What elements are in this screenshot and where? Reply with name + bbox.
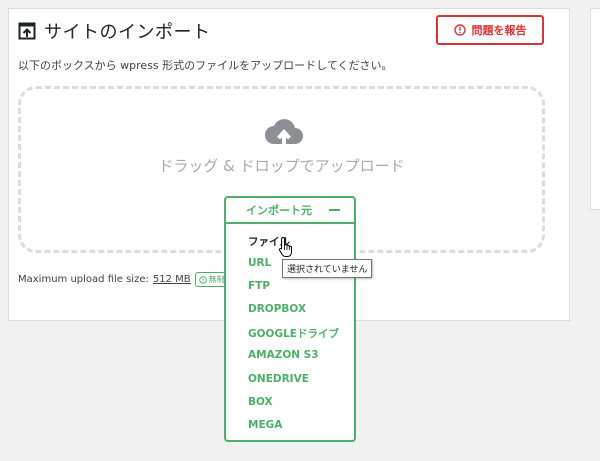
import-source-onedrive[interactable]: ONEDRIVE — [248, 373, 309, 385]
import-source-amazon-s3[interactable]: AMAZON S3 — [248, 349, 319, 361]
import-source-box[interactable]: BOX — [248, 396, 273, 408]
page-title: サイトのインポート — [44, 22, 211, 43]
page-header: サイトのインポート — [18, 18, 211, 44]
import-source-dropdown: インポート元 ファイル URL FTP DROPBOX GOOGLEドライブ A… — [224, 196, 356, 442]
info-circle-icon — [198, 275, 207, 284]
import-source-toggle[interactable]: インポート元 — [226, 198, 354, 224]
report-problem-button[interactable]: 問題を報告 — [436, 15, 544, 45]
import-source-mega[interactable]: MEGA — [248, 419, 282, 431]
hand-pointer-icon — [278, 236, 292, 257]
import-source-title: インポート元 — [246, 204, 312, 217]
cloud-upload-icon — [265, 119, 303, 147]
upload-instructions: 以下のボックスから wpress 形式のファイルをアップロードしてください。 — [18, 59, 393, 72]
dropzone-text: ドラッグ & ドロップでアップロード — [158, 157, 405, 175]
tooltip: 選択されていません — [282, 259, 373, 278]
report-button-label: 問題を報告 — [471, 24, 527, 37]
max-size-value: 512 MB — [152, 274, 191, 285]
import-source-ftp[interactable]: FTP — [248, 280, 270, 292]
import-source-dropbox[interactable]: DROPBOX — [248, 303, 306, 315]
side-panel — [590, 8, 600, 210]
max-size-label: Maximum upload file size: — [18, 274, 149, 285]
warning-circle-icon — [453, 24, 466, 36]
minus-icon — [329, 209, 340, 211]
import-upload-icon — [18, 22, 36, 40]
import-source-url[interactable]: URL — [248, 257, 271, 269]
import-source-google-drive[interactable]: GOOGLEドライブ — [248, 326, 339, 341]
